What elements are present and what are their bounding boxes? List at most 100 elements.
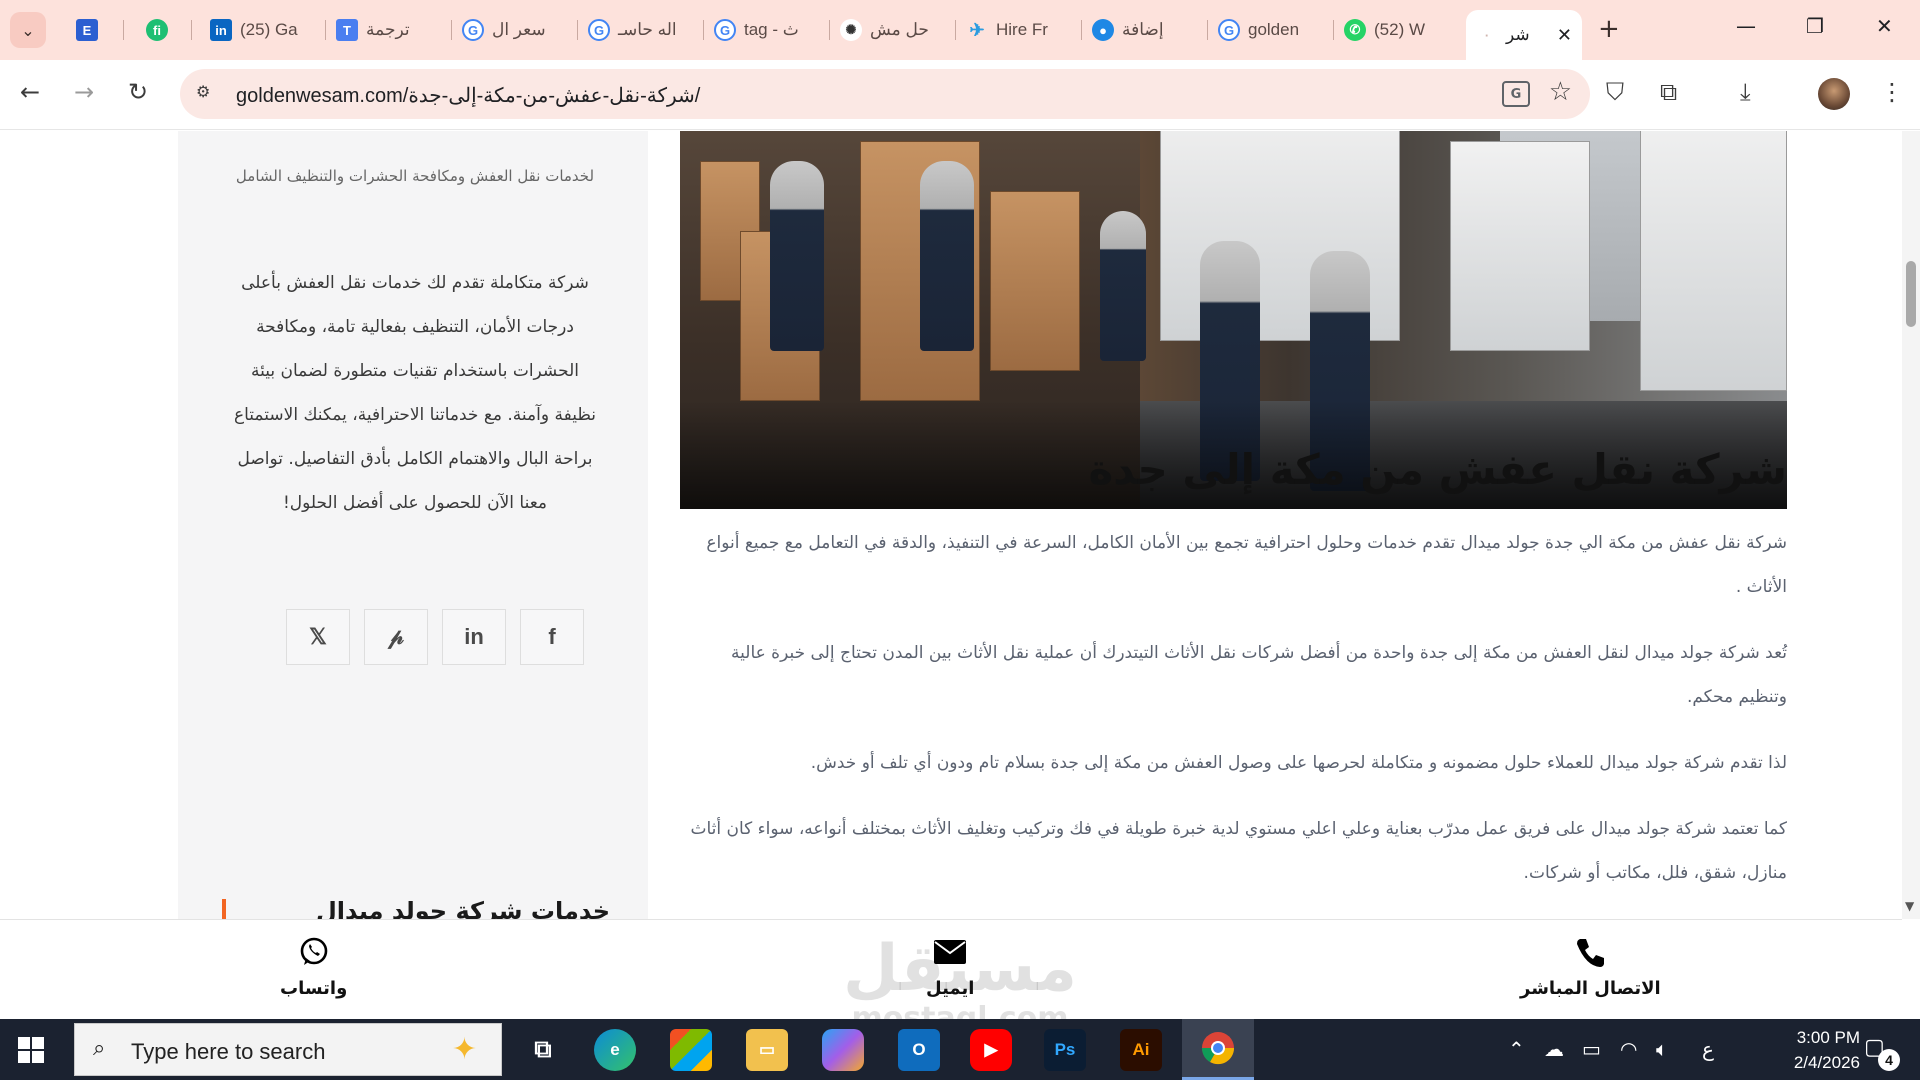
freelancer-icon: ✈ — [969, 19, 985, 40]
address-bar[interactable]: ⚙ goldenwesam.com/شركة-نقل-عفش-من-مكة-إل… — [180, 69, 1590, 119]
minimize-icon[interactable]: — — [1736, 14, 1756, 38]
youtube-icon[interactable]: ▶ — [970, 1029, 1012, 1071]
call-button[interactable]: الاتصال المباشر — [1520, 932, 1661, 999]
tab-title: شر — [1506, 25, 1530, 44]
article-title: شركة نقل عفش من مكة إلى جدة — [1088, 445, 1787, 494]
file-explorer-icon[interactable]: ▭ — [746, 1029, 788, 1071]
clock-time: 3:00 PM — [1796, 1028, 1860, 1047]
google-icon: G — [462, 19, 484, 41]
task-view-icon[interactable]: ⧉ — [522, 1029, 564, 1071]
scroll-down-arrow-icon[interactable]: ▼ — [1905, 899, 1914, 913]
chevron-down-icon: ⌄ — [21, 20, 35, 40]
tab-1[interactable]: E — [66, 10, 124, 50]
facebook-icon[interactable]: f — [520, 609, 584, 665]
whatsapp-button[interactable]: واتساب — [280, 932, 347, 999]
outlook-icon[interactable]: O — [898, 1029, 940, 1071]
site-info-icon[interactable]: ⚙ — [196, 82, 220, 106]
restore-icon[interactable]: ❐ — [1806, 14, 1824, 38]
onedrive-icon[interactable]: ☁ — [1544, 1037, 1564, 1061]
article-paragraph-4: كما تعتمد شركة جولد ميدال على فريق عمل م… — [690, 819, 1787, 883]
menu-kebab-icon[interactable]: ⋮ — [1880, 78, 1904, 106]
tab-10[interactable]: ● إضافة — [1082, 10, 1208, 50]
wifi-icon[interactable]: ◠ — [1620, 1037, 1637, 1061]
close-tab-icon[interactable]: ✕ — [1557, 25, 1572, 46]
shield-icon[interactable]: ⛉ — [1606, 78, 1624, 106]
notification-count-badge: 4 — [1878, 1049, 1900, 1071]
tab-title: اله حاسـ — [618, 20, 677, 39]
close-window-icon[interactable]: ✕ — [1876, 14, 1893, 38]
store-icon[interactable] — [670, 1029, 712, 1071]
tab-8[interactable]: ✺ حل مش — [830, 10, 956, 50]
whatsapp-label: واتساب — [280, 978, 348, 999]
edge-icon[interactable]: e — [594, 1029, 636, 1071]
reload-icon[interactable]: ↻ — [128, 78, 148, 106]
social-links: 𝕏 𝓅 in f — [286, 609, 584, 665]
url-text[interactable]: goldenwesam.com/شركة-نقل-عفش-من-مكة-إلى-… — [236, 83, 700, 108]
email-label: ايميل — [926, 978, 975, 999]
sidebar-about-text: شركة متكاملة تقدم لك خدمات نقل العفش بأع… — [233, 273, 597, 513]
scrollbar-thumb[interactable] — [1906, 261, 1916, 327]
taskbar-search-box[interactable]: ⌕ Type here to search ✦ — [74, 1023, 502, 1076]
windows-start-icon[interactable] — [18, 1037, 44, 1063]
page-viewport: لخدمات نقل العفش ومكافحة الحشرات والتنظي… — [0, 131, 1920, 919]
tab-title: tag - ث — [744, 20, 799, 39]
language-indicator[interactable]: ع — [1702, 1037, 1714, 1061]
new-tab-button[interactable]: + — [1598, 14, 1620, 44]
tab-title: golden — [1248, 20, 1300, 39]
sidebar-tagline: لخدمات نقل العفش ومكافحة الحشرات والتنظي… — [235, 167, 595, 185]
heading-accent-bar — [222, 899, 226, 919]
chatgpt-icon: ✺ — [840, 19, 862, 41]
google-icon: G — [588, 19, 610, 41]
tab-4[interactable]: T ترجمة — [326, 10, 452, 50]
x-icon[interactable]: 𝕏 — [286, 609, 350, 665]
tab-7[interactable]: G tag - ث — [704, 10, 830, 50]
tab-9[interactable]: ✈ Hire Fr — [956, 10, 1082, 50]
copilot-icon[interactable] — [822, 1029, 864, 1071]
volume-icon[interactable]: 🔈︎ — [1656, 1037, 1668, 1061]
tab-6[interactable]: G اله حاسـ — [578, 10, 704, 50]
tab-11[interactable]: G golden — [1208, 10, 1334, 50]
tab-title: إضافة — [1122, 20, 1164, 39]
google-icon: G — [1218, 19, 1240, 41]
pinterest-icon[interactable]: 𝓅 — [364, 609, 428, 665]
page-scrollbar[interactable]: ▼ — [1902, 131, 1920, 919]
tab-search-button[interactable]: ⌄ — [10, 12, 46, 48]
envelope-icon — [930, 932, 970, 972]
chrome-icon[interactable] — [1182, 1019, 1254, 1080]
extensions-icon[interactable]: ⧉ — [1660, 78, 1677, 106]
tab-strip: ⌄ E fi in (25) Ga T ترجمة G سعر ال G اله… — [0, 0, 1920, 60]
article-paragraph-2: تُعد شركة جولد ميدال لنقل العفش من مكة إ… — [731, 643, 1787, 707]
bookmark-star-icon[interactable]: ☆ — [1549, 77, 1572, 107]
phone-icon — [1570, 932, 1610, 972]
browser-toolbar: ← → ↻ ⚙ goldenwesam.com/شركة-نقل-عفش-من-… — [0, 60, 1920, 130]
google-icon: G — [714, 19, 736, 41]
whatsapp-icon — [294, 932, 334, 972]
translate-icon[interactable]: G — [1502, 81, 1530, 107]
tab-12[interactable]: ✆ (52) W — [1334, 10, 1460, 50]
photoshop-icon[interactable]: Ps — [1044, 1029, 1086, 1071]
windows-taskbar: ⌕ Type here to search ✦ ⧉ e ▭ O ▶ Ps Ai … — [0, 1019, 1920, 1080]
battery-icon[interactable]: ▭ — [1582, 1037, 1601, 1061]
taskbar-clock[interactable]: 3:00 PM 2/4/2026 — [1740, 1025, 1860, 1075]
tab-favicon: fi — [146, 19, 168, 41]
loading-icon: · — [1484, 27, 1490, 43]
linkedin-icon[interactable]: in — [442, 609, 506, 665]
tab-2[interactable]: fi — [136, 10, 192, 50]
tab-5[interactable]: G سعر ال — [452, 10, 578, 50]
article-paragraph-1: شركة نقل عفش من مكة الي جدة جولد ميدال ت… — [706, 533, 1787, 597]
search-placeholder: Type here to search — [131, 1039, 326, 1064]
whatsapp-icon: ✆ — [1344, 19, 1366, 41]
call-label: الاتصال المباشر — [1520, 978, 1661, 999]
illustrator-icon[interactable]: Ai — [1120, 1029, 1162, 1071]
tray-expand-icon[interactable]: ⌃ — [1508, 1037, 1525, 1061]
back-icon[interactable]: ← — [20, 78, 40, 106]
tab-title: حل مش — [870, 20, 929, 39]
download-icon[interactable]: ⤓ — [1740, 78, 1751, 106]
forward-icon[interactable]: → — [74, 78, 94, 106]
profile-avatar[interactable] — [1818, 78, 1850, 110]
sidebar-services-heading: خدمات شركة جولد ميدال — [315, 897, 610, 919]
tab-3[interactable]: in (25) Ga — [200, 10, 326, 50]
tab-active[interactable]: · شر ✕ — [1466, 10, 1582, 60]
email-button[interactable]: ايميل — [926, 932, 974, 999]
linkedin-icon: in — [210, 19, 232, 41]
